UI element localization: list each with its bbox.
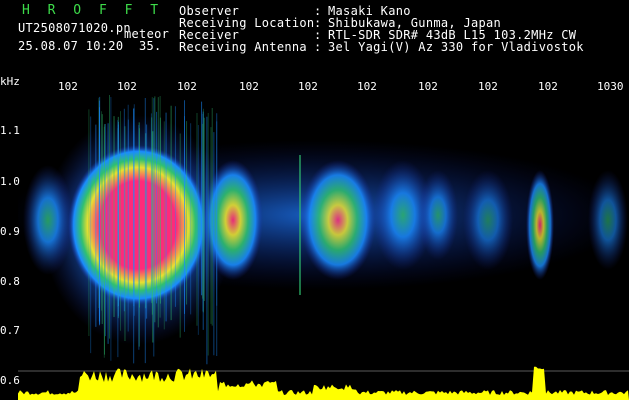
x-tick-7: 102: [418, 80, 438, 93]
y-tick-0.7: 0.7: [0, 324, 20, 337]
x-tick-4: 102: [239, 80, 259, 93]
x-tick-8: 102: [478, 80, 498, 93]
x-tick-10: 1030: [597, 80, 624, 93]
y-tick-0.8: 0.8: [0, 275, 20, 288]
antenna-value: 3el Yagi(V) Az 330 for Vladivostok: [328, 40, 584, 54]
spectrum-trace: [18, 366, 629, 400]
y-unit-label: kHz: [0, 75, 20, 88]
spectrogram-canvas: [18, 95, 629, 400]
y-tick-1.0: 1.0: [0, 175, 20, 188]
x-tick-5: 102: [298, 80, 318, 93]
antenna-sep: :: [314, 40, 322, 54]
x-tick-9: 102: [538, 80, 558, 93]
echo-mid-1: [300, 160, 376, 280]
x-tick-1: 102: [58, 80, 78, 93]
echo-mid-4: [463, 170, 513, 270]
y-tick-0.6: 0.6: [0, 374, 20, 387]
echo-mid-3: [418, 170, 458, 260]
antenna-label: Receiving Antenna: [179, 40, 307, 54]
y-tick-0.9: 0.9: [0, 225, 20, 238]
x-tick-6: 102: [357, 80, 377, 93]
datetime-label: 25.08.07 10:20: [18, 39, 124, 53]
x-tick-3: 102: [177, 80, 197, 93]
spectrogram-plot: [18, 95, 629, 400]
hrofft-logo: H R O F F T: [22, 3, 164, 18]
y-tick-1.1: 1.1: [0, 124, 20, 137]
echo-narrow: [526, 170, 554, 280]
seconds-label: 35.: [139, 39, 162, 53]
filename-label: UT2508071020.pn: [18, 21, 131, 35]
echo-left: [23, 165, 73, 275]
echo-edge: [588, 170, 628, 270]
x-tick-2: 102: [117, 80, 137, 93]
